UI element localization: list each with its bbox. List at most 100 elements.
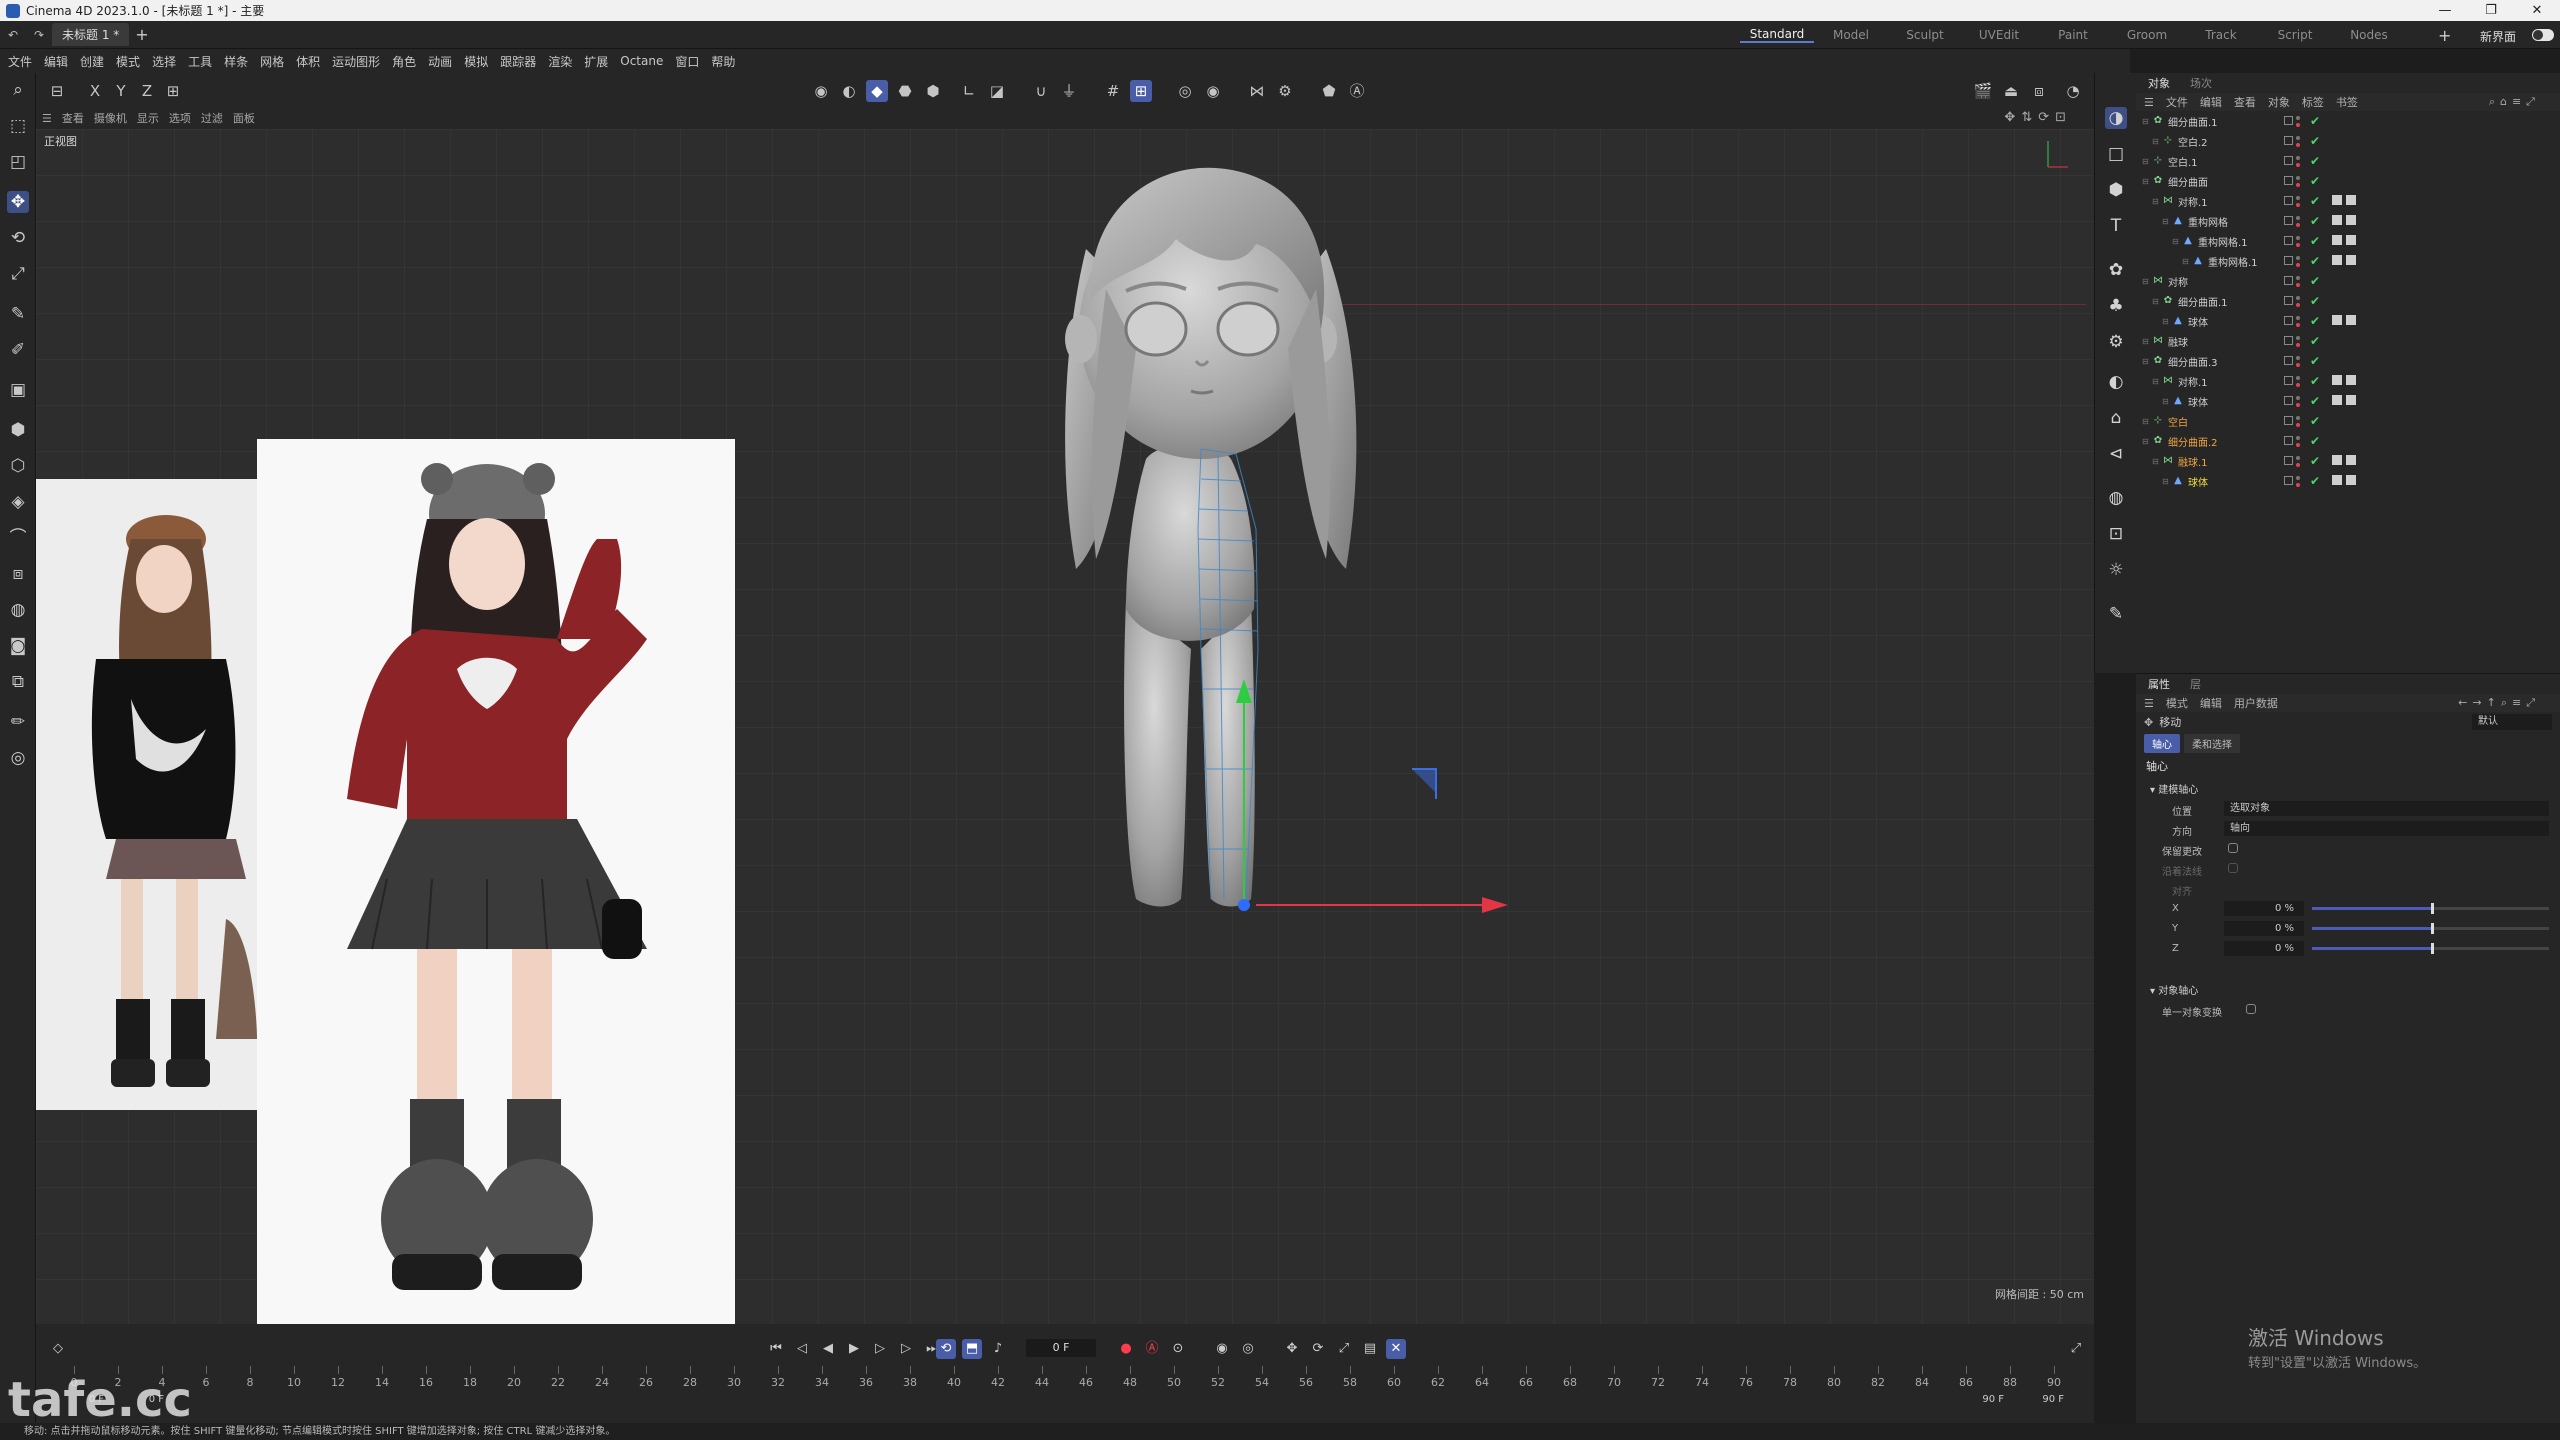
layer-box[interactable] (2284, 236, 2293, 245)
object-name[interactable]: 空白 (2168, 414, 2188, 429)
expand-icon[interactable]: ⊟ (2162, 477, 2172, 486)
menu-tracker[interactable]: 跟踪器 (500, 53, 536, 70)
x-slider[interactable] (2312, 903, 2549, 914)
material-tag-icon[interactable] (2346, 255, 2356, 265)
render-queue-icon[interactable]: ⧈ (2028, 80, 2050, 102)
enabled-check-icon[interactable]: ✔ (2310, 454, 2320, 468)
expand-icon[interactable]: ⊟ (2152, 297, 2162, 306)
menu-render[interactable]: 渲染 (548, 53, 572, 70)
viewport-hamburger-icon[interactable]: ☰ (42, 112, 52, 125)
workplane-icon[interactable]: ⊞ (1130, 80, 1152, 102)
timeline-ruler[interactable]: 0 2 4 6 8 10 12 14 16 18 20 22 24 26 28 30 32 34 36 38 40 42 4… (71, 1366, 2074, 1402)
point-level-key-icon[interactable]: ✕ (1386, 1339, 1406, 1359)
object-flags[interactable]: ✔ (2284, 174, 2320, 188)
material-tag-icon[interactable] (2346, 395, 2356, 405)
object-flags[interactable]: ✔ (2284, 274, 2320, 288)
brush-settings-icon[interactable]: ✎ (2105, 603, 2127, 625)
layers-icon[interactable]: ⧉ (7, 671, 29, 693)
z-slider[interactable] (2312, 943, 2549, 954)
single-object-checkbox[interactable] (2246, 1004, 2256, 1014)
object-name[interactable]: 重构网格.1 (2208, 254, 2258, 269)
object-flags[interactable]: ✔ (2284, 214, 2320, 228)
enabled-check-icon[interactable]: ✔ (2310, 234, 2320, 248)
animation-icon[interactable]: Ⓐ (1346, 80, 1368, 102)
lock-icon[interactable]: ⏚ (1058, 80, 1080, 102)
render-settings-icon[interactable]: ⬟ (1318, 80, 1340, 102)
interactive-render-icon[interactable]: ◔ (2062, 80, 2084, 102)
keyframe-icon[interactable]: ◇ (48, 1339, 68, 1359)
expand-icon[interactable]: ⊟ (2152, 197, 2162, 206)
reference-image-1[interactable] (36, 479, 257, 1110)
motion-record-icon[interactable]: ◉ (1212, 1339, 1232, 1359)
object-flags[interactable]: ✔ (2284, 374, 2320, 388)
parameter-key-icon[interactable]: ▤ (1360, 1339, 1380, 1359)
object-row[interactable]: ⊟ ⋈ 对称.1 ✔ (2136, 191, 2560, 211)
expand-icon[interactable]: ⊟ (2162, 217, 2172, 226)
layout-nodes[interactable]: Nodes (2332, 28, 2406, 42)
om-menu-tags[interactable]: 标签 (2302, 94, 2324, 110)
enabled-check-icon[interactable]: ✔ (2310, 274, 2320, 288)
undo-icon[interactable]: ↶ (8, 28, 18, 42)
visibility-dots[interactable] (2296, 174, 2304, 188)
om-menu-edit[interactable]: 编辑 (2200, 94, 2222, 110)
om-menu-object[interactable]: 对象 (2268, 94, 2290, 110)
prev-key-icon[interactable]: ◁ (792, 1339, 812, 1359)
menu-spline[interactable]: 样条 (224, 53, 248, 70)
object-name[interactable]: 融球.1 (2178, 454, 2208, 469)
next-key-icon[interactable]: ▷ (896, 1339, 916, 1359)
object-flags[interactable]: ✔ (2284, 134, 2320, 148)
object-name[interactable]: 对称.1 (2178, 194, 2208, 209)
solo-icon[interactable]: ◎ (1174, 80, 1196, 102)
enabled-check-icon[interactable]: ✔ (2310, 374, 2320, 388)
viewport-navigation-icons[interactable]: ✥⇅⟳⊡ (2004, 110, 2072, 125)
tag-icon[interactable]: ⊲ (2105, 443, 2127, 465)
z-value-field[interactable]: 0 % (2224, 941, 2304, 956)
live-selection-icon[interactable]: ⬚ (7, 115, 29, 137)
menu-mesh[interactable]: 网格 (260, 53, 284, 70)
attr-nav-icons[interactable]: ←→↑⌕≡⤢ (2458, 696, 2540, 710)
object-tags[interactable] (2332, 475, 2360, 485)
frame-icon[interactable]: ▣ (7, 379, 29, 401)
enabled-check-icon[interactable]: ✔ (2310, 394, 2320, 408)
environment-icon[interactable]: ◍ (2105, 487, 2127, 509)
layout-script[interactable]: Script (2258, 28, 2332, 42)
add-layout-button[interactable]: + (2438, 26, 2451, 45)
enabled-check-icon[interactable]: ✔ (2310, 134, 2320, 148)
pen-tool-icon[interactable]: ✎ (7, 303, 29, 325)
object-row[interactable]: ⊟ ▲ 球体 ✔ (2136, 311, 2560, 331)
object-tags[interactable] (2332, 235, 2360, 245)
object-row[interactable]: ⊟ ✿ 细分曲面.1 ✔ (2136, 111, 2560, 131)
object-tags[interactable] (2332, 215, 2360, 225)
visibility-dots[interactable] (2296, 234, 2304, 248)
object-tags[interactable] (2332, 375, 2360, 385)
preset-dropdown[interactable]: 默认 (2472, 714, 2552, 730)
tag-icon[interactable] (2332, 375, 2342, 385)
menu-file[interactable]: 文件 (8, 53, 32, 70)
object-name[interactable]: 空白.2 (2178, 134, 2208, 149)
mesh-mode-icon[interactable]: ◐ (838, 80, 860, 102)
enabled-check-icon[interactable]: ✔ (2310, 314, 2320, 328)
visibility-dots[interactable] (2296, 374, 2304, 388)
object-name[interactable]: 细分曲面.1 (2178, 294, 2228, 309)
object-flags[interactable]: ✔ (2284, 474, 2320, 488)
visibility-dots[interactable] (2296, 134, 2304, 148)
expand-icon[interactable]: ⊟ (2142, 157, 2152, 166)
object-tags[interactable] (2332, 395, 2360, 405)
y-slider[interactable] (2312, 923, 2549, 934)
along-normal-checkbox[interactable] (2228, 863, 2238, 873)
expand-icon[interactable]: ⊟ (2142, 437, 2152, 446)
deformer-icon[interactable]: ⚙ (2105, 331, 2127, 353)
object-flags[interactable]: ✔ (2284, 294, 2320, 308)
object-tags[interactable] (2332, 255, 2360, 265)
generator-icon[interactable]: ✿ (2105, 259, 2127, 281)
magnet-icon[interactable]: ∪ (1030, 80, 1052, 102)
cube-solid-icon[interactable]: ⬢ (7, 419, 29, 441)
enabled-check-icon[interactable]: ✔ (2310, 174, 2320, 188)
light-icon[interactable]: ⌂ (2105, 407, 2127, 429)
redo-icon[interactable]: ↷ (34, 28, 44, 42)
enabled-check-icon[interactable]: ✔ (2310, 294, 2320, 308)
solo-hierarchy-icon[interactable]: ◉ (1202, 80, 1224, 102)
scale-key-icon[interactable]: ⤢ (1334, 1339, 1354, 1359)
tag-icon[interactable] (2332, 215, 2342, 225)
move-tool-icon[interactable]: ✥ (7, 191, 29, 213)
